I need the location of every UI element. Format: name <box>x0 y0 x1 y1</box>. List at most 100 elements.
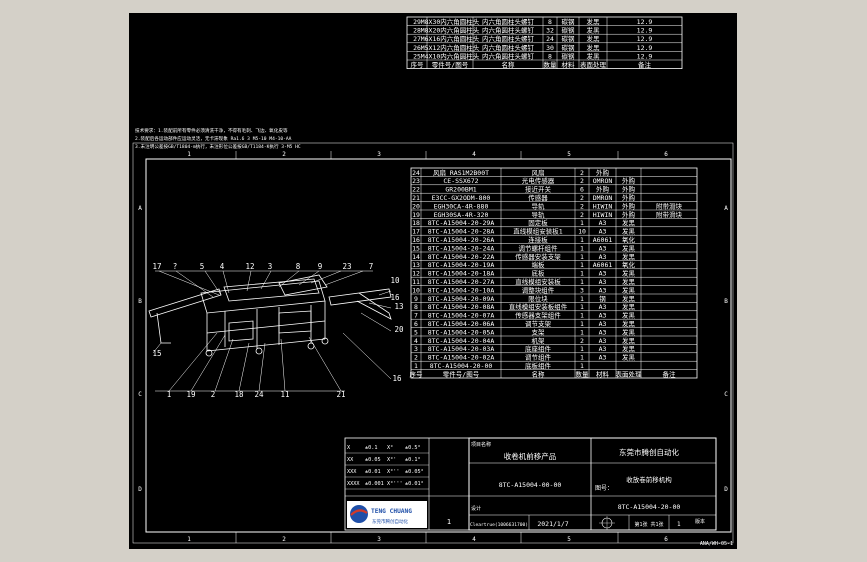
main-bom-cell-mark: 发黑 <box>622 336 636 345</box>
main-bom-cell-qty: 1 <box>580 328 584 336</box>
main-bom-row: 23 CE-SSX672 光电传感器 2 OMRON 外购 <box>412 176 635 185</box>
main-bom-cell-qty: 10 <box>578 228 586 236</box>
top-bom-cell-mat: 碳钢 <box>562 17 576 26</box>
main-bom-cell-no: 17 <box>412 228 420 236</box>
main-bom-cell-name: 调节组件 <box>525 353 552 362</box>
main-bom-cell-qty: 3 <box>580 286 584 294</box>
project-label: 项目名称 <box>471 441 491 448</box>
main-bom-cell-qty: 1 <box>580 303 584 311</box>
main-bom-cell-mat: 外购 <box>596 185 610 194</box>
main-bom-row: 16 8TC-A15004-20-26A 连接板 1 A6061 氧化 <box>412 235 635 244</box>
tolerance-row: XX ±0.05 X°' ±0.1° <box>347 457 421 463</box>
main-bom-cell-mark: 外购 <box>622 210 636 219</box>
tolerance-cell: ±0.1 <box>365 445 378 451</box>
callout-number: 23 <box>342 262 351 271</box>
main-bom-cell-qty: 1 <box>580 295 584 303</box>
top-bom-cell-name: 内六角圆柱头螺钉 <box>482 43 535 52</box>
control-box <box>228 320 254 342</box>
main-bom-cell-mark: 发黑 <box>622 302 636 311</box>
tolerance-cell: ±0.01° <box>405 481 424 487</box>
callout-number: 2 <box>211 390 216 399</box>
tolerance-cell: ±0.05° <box>405 469 424 475</box>
main-bom-cell-qty: 2 <box>580 202 584 210</box>
main-bom-cell-qty: 1 <box>580 219 584 227</box>
main-bom-cell-mark: 发黑 <box>622 218 636 227</box>
top-bom-row: 27 M6X16内六角圆柱头 内六角圆柱头螺钉 24 碳钢 发黑 12.9 <box>413 34 652 43</box>
company-name-cn: 东莞市腾创自动化 <box>372 518 408 525</box>
main-bom-cell-no: 22 <box>412 186 420 194</box>
main-bom-cell-spec: 附带滑块 <box>656 201 683 210</box>
main-bom-cell-qty: 1 <box>580 362 584 370</box>
top-bom-cell-mark: 发黑 <box>587 17 601 26</box>
main-bom-cell-part: 8TC-A15004-20-18A <box>428 270 495 278</box>
top-bom-cell-qty: 8 <box>548 52 552 60</box>
zone-col-bottom: 2 <box>282 536 286 543</box>
callout-number: 10 <box>390 276 400 285</box>
tolerance-cell: XXXX <box>347 481 360 487</box>
main-bom-cell-mark: 发黑 <box>622 319 636 328</box>
main-bom-cell-qty: 2 <box>580 194 584 202</box>
main-bom-cell-name: 接近开关 <box>525 185 552 194</box>
main-bom-cell-part: 8TC-A15004-20-22A <box>428 253 495 261</box>
main-bom-cell-qty: 1 <box>580 244 584 252</box>
main-bom-cell-mat: A3 <box>599 228 607 236</box>
main-bom-cell-part: 8TC-A15004-20-02A <box>428 354 495 362</box>
main-bom-cell-mark: 发黑 <box>622 353 636 362</box>
project-name: 收卷机前移产品 <box>504 451 557 461</box>
main-bom-cell-mat: HIWIN <box>593 211 613 219</box>
drawing-number: 8TC-A15004-20-00 <box>618 503 681 511</box>
main-bom-cell-no: 14 <box>412 253 420 261</box>
top-bom-cell-name: 名称 <box>502 60 516 69</box>
main-bom-cell-no: 6 <box>414 320 418 328</box>
top-bom-cell-mark: 发黑 <box>587 51 601 60</box>
top-bom-cell-qty: 8 <box>548 18 552 26</box>
top-bom-cell-part: M5X12内六角圆柱头 <box>421 43 480 52</box>
main-bom-cell-qty: 1 <box>580 354 584 362</box>
main-bom-cell-name: 调节螺杆组件 <box>519 243 559 252</box>
callout-number: 24 <box>254 390 264 399</box>
top-bom-cell-spec: 12.9 <box>637 27 653 35</box>
main-bom-cell-part: 零件号/图号 <box>443 369 480 378</box>
zone-row-left: C <box>138 391 142 398</box>
sheet-number: 1 <box>677 521 681 528</box>
assembly-drawing <box>148 270 392 392</box>
top-bom-row: 25 M4X10内六角圆柱头 内六角圆柱头螺钉 8 碳钢 发黑 12.9 <box>413 51 652 60</box>
zone-col-top: 6 <box>664 151 668 158</box>
customer-name: 东莞市腾创自动化 <box>619 447 679 457</box>
main-bom-row: 3 8TC-A15004-20-03A 底座组件 1 A3 发黑 <box>414 344 635 353</box>
tolerance-cell: ±0.001 <box>365 481 384 487</box>
zone-col-bottom: 1 <box>187 536 191 543</box>
main-bom-cell-mark: 发黑 <box>622 252 636 261</box>
main-bom-cell-mat: 材料 <box>596 369 610 378</box>
main-bom-cell-qty: 数量 <box>576 369 590 378</box>
callout-number: 4 <box>220 262 225 271</box>
callout-number: 16 <box>390 293 400 302</box>
top-bom-cell-no: 序号 <box>411 60 425 69</box>
main-bom-cell-no: 9 <box>414 295 418 303</box>
main-bom-cell-name: 底板组件 <box>525 361 552 370</box>
main-bom-cell-mark: 发黑 <box>622 269 636 278</box>
main-bom-cell-mark: 外购 <box>622 201 636 210</box>
tolerance-cell: X°'' <box>387 469 400 475</box>
scale-value: 1 <box>447 518 451 526</box>
tolerance-cell: ±0.1° <box>405 457 421 463</box>
main-bom-cell-part: CE-SSX672 <box>443 177 478 185</box>
callout-number: 9 <box>318 262 323 271</box>
main-bom-row: 4 8TC-A15004-20-04A 机架 2 A3 发黑 <box>414 336 635 345</box>
main-bom-cell-no: 24 <box>412 169 420 177</box>
part-name: 收放卷前移机构 <box>626 475 672 484</box>
sheet-label: 第1张 共1张 <box>634 521 663 528</box>
callout-number: 13 <box>394 302 403 311</box>
main-bom-cell-mat: OMRON <box>593 177 613 185</box>
main-bom-row: 15 8TC-A15004-20-24A 调节螺杆组件 1 A3 发黑 <box>412 243 635 252</box>
tolerance-cell: X°''' <box>387 481 403 487</box>
main-bom-cell-qty: 1 <box>580 270 584 278</box>
top-bom-cell-mat: 碳钢 <box>562 51 576 60</box>
main-bom-cell-qty: 2 <box>580 169 584 177</box>
top-bom-row: 28 M8X20内六角圆柱头 内六角圆柱头螺钉 32 碳钢 发黑 12.9 <box>413 26 652 35</box>
main-bom-cell-mat: A3 <box>599 328 607 336</box>
tolerance-cell: ±0.05 <box>365 457 381 463</box>
main-bom-cell-name: 机架 <box>532 336 546 345</box>
top-bom-cell-mark: 发黑 <box>587 34 601 43</box>
main-bom-cell-part: EGH30CA-4R-880 <box>434 202 489 210</box>
